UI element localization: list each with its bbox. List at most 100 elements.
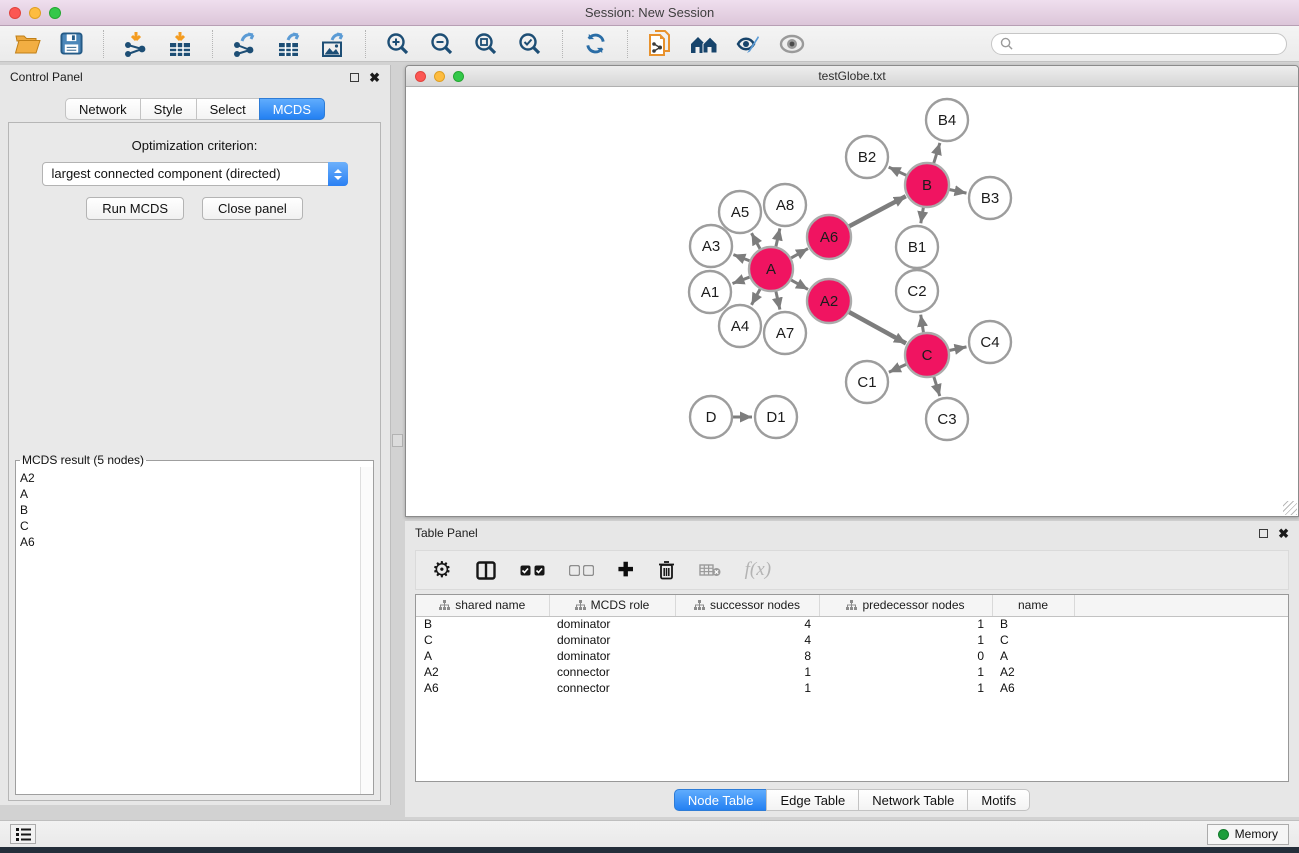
import-table-button[interactable] xyxy=(165,29,195,59)
graph-node-B2[interactable]: B2 xyxy=(846,136,888,178)
graph-node-A3[interactable]: A3 xyxy=(690,225,732,267)
import-network-button[interactable] xyxy=(121,29,151,59)
graph-edge-C-C1[interactable] xyxy=(889,364,907,372)
tab-mcds[interactable]: MCDS xyxy=(259,98,325,120)
graph-node-C[interactable]: C xyxy=(905,333,949,377)
table-row[interactable]: A2connector11A2 xyxy=(416,664,1288,680)
zoom-view-icon[interactable] xyxy=(453,71,464,82)
function-builder-button[interactable]: f(x) xyxy=(745,559,771,581)
column-header-name[interactable]: name xyxy=(992,595,1074,616)
column-header-successor-nodes[interactable]: successor nodes xyxy=(675,595,819,616)
graph-edge-A-A2[interactable] xyxy=(790,280,808,290)
run-mcds-button[interactable]: Run MCDS xyxy=(86,197,184,220)
tab-network[interactable]: Network xyxy=(65,98,141,120)
tab-select[interactable]: Select xyxy=(196,98,260,120)
close-panel-button[interactable]: Close panel xyxy=(202,197,303,220)
graph-node-B1[interactable]: B1 xyxy=(896,226,938,268)
graph-edge-A-A5[interactable] xyxy=(752,233,761,250)
minimize-view-icon[interactable] xyxy=(434,71,445,82)
graph-node-A1[interactable]: A1 xyxy=(689,271,731,313)
close-panel-icon[interactable]: ✖ xyxy=(369,73,380,82)
graph-edge-B-B1[interactable] xyxy=(921,207,924,224)
memory-button[interactable]: Memory xyxy=(1207,824,1289,845)
zoom-selected-button[interactable] xyxy=(515,29,545,59)
graph-edge-B-B4[interactable] xyxy=(934,143,940,164)
column-header-shared-name[interactable]: shared name xyxy=(416,595,549,616)
cybrowser-button[interactable] xyxy=(689,29,719,59)
table-row[interactable]: Adominator80A xyxy=(416,648,1288,664)
vertical-splitter-handle[interactable] xyxy=(392,434,403,447)
graph-node-A5[interactable]: A5 xyxy=(719,191,761,233)
delete-table-button[interactable] xyxy=(699,563,721,577)
graph-edge-B-B2[interactable] xyxy=(889,167,907,176)
tab-style[interactable]: Style xyxy=(140,98,197,120)
table-row[interactable]: Bdominator41B xyxy=(416,616,1288,632)
table-header-row[interactable]: shared nameMCDS rolesuccessor nodesprede… xyxy=(416,595,1288,616)
graph-edge-A-A6[interactable] xyxy=(790,249,808,259)
task-history-button[interactable] xyxy=(10,824,36,844)
mcds-result-item[interactable]: A xyxy=(20,486,356,502)
column-header-MCDS-role[interactable]: MCDS role xyxy=(549,595,675,616)
tab-node-table[interactable]: Node Table xyxy=(674,789,768,811)
graph-node-C3[interactable]: C3 xyxy=(926,398,968,440)
table-row[interactable]: Cdominator41C xyxy=(416,632,1288,648)
graph-node-C4[interactable]: C4 xyxy=(969,321,1011,363)
graph-node-A4[interactable]: A4 xyxy=(719,305,761,347)
window-resize-grip[interactable] xyxy=(1283,501,1297,515)
mcds-result-item[interactable]: B xyxy=(20,502,356,518)
float-table-panel-icon[interactable] xyxy=(1259,529,1268,538)
deselect-all-rows-button[interactable] xyxy=(569,565,594,576)
export-network-button[interactable] xyxy=(230,29,260,59)
zoom-window-icon[interactable] xyxy=(49,7,61,19)
criterion-dropdown[interactable]: largest connected component (directed) xyxy=(42,162,348,186)
table-options-button[interactable]: ⚙ xyxy=(432,560,452,580)
network-canvas[interactable]: B4B2BB3A8A5A6A3B1AC2A1A2A4A7C4CC1C3DD1 xyxy=(406,87,1298,516)
graph-node-B3[interactable]: B3 xyxy=(969,177,1011,219)
graph-edge-A-A7[interactable] xyxy=(776,291,780,310)
graph-node-A[interactable]: A xyxy=(749,247,793,291)
hide-panels-button[interactable] xyxy=(733,29,763,59)
new-network-from-selection-button[interactable] xyxy=(645,29,675,59)
minimize-window-icon[interactable] xyxy=(29,7,41,19)
column-header-predecessor-nodes[interactable]: predecessor nodes xyxy=(819,595,992,616)
graph-node-D1[interactable]: D1 xyxy=(755,396,797,438)
add-column-button[interactable]: ✚ xyxy=(618,559,634,582)
graph-edge-A2-C[interactable] xyxy=(848,312,906,344)
graph-edge-A-A3[interactable] xyxy=(733,255,750,262)
graph-node-A8[interactable]: A8 xyxy=(764,184,806,226)
graph-node-B[interactable]: B xyxy=(905,163,949,207)
mcds-result-item[interactable]: A6 xyxy=(20,534,356,550)
table-row[interactable]: A6connector11A6 xyxy=(416,680,1288,696)
graph-node-A6[interactable]: A6 xyxy=(807,215,851,259)
tab-edge-table[interactable]: Edge Table xyxy=(766,789,859,811)
graph-edge-A-A1[interactable] xyxy=(733,277,751,284)
graph-edge-C-C2[interactable] xyxy=(921,315,924,334)
graph-node-A7[interactable]: A7 xyxy=(764,312,806,354)
search-input[interactable] xyxy=(1017,37,1278,51)
tab-motifs[interactable]: Motifs xyxy=(967,789,1030,811)
close-view-icon[interactable] xyxy=(415,71,426,82)
select-all-rows-button[interactable] xyxy=(520,565,545,576)
zoom-in-button[interactable] xyxy=(383,29,413,59)
close-table-panel-icon[interactable]: ✖ xyxy=(1278,529,1289,538)
graph-edge-B-B3[interactable] xyxy=(949,189,967,193)
graph-node-C2[interactable]: C2 xyxy=(896,270,938,312)
open-session-button[interactable] xyxy=(12,29,42,59)
graph-edge-C-C4[interactable] xyxy=(949,347,967,351)
refresh-button[interactable] xyxy=(580,29,610,59)
zoom-out-button[interactable] xyxy=(427,29,457,59)
tab-network-table[interactable]: Network Table xyxy=(858,789,968,811)
export-image-button[interactable] xyxy=(318,29,348,59)
close-window-icon[interactable] xyxy=(9,7,21,19)
result-list-scrollbar[interactable] xyxy=(360,467,373,794)
zoom-fit-button[interactable] xyxy=(471,29,501,59)
delete-columns-button[interactable] xyxy=(658,560,675,580)
graph-node-B4[interactable]: B4 xyxy=(926,99,968,141)
show-graphics-details-button[interactable] xyxy=(777,29,807,59)
float-panel-icon[interactable] xyxy=(350,73,359,82)
save-session-button[interactable] xyxy=(56,29,86,59)
mcds-result-item[interactable]: A2 xyxy=(20,470,356,486)
search-field[interactable] xyxy=(991,33,1287,55)
graph-node-D[interactable]: D xyxy=(690,396,732,438)
column-visibility-button[interactable] xyxy=(476,561,496,580)
